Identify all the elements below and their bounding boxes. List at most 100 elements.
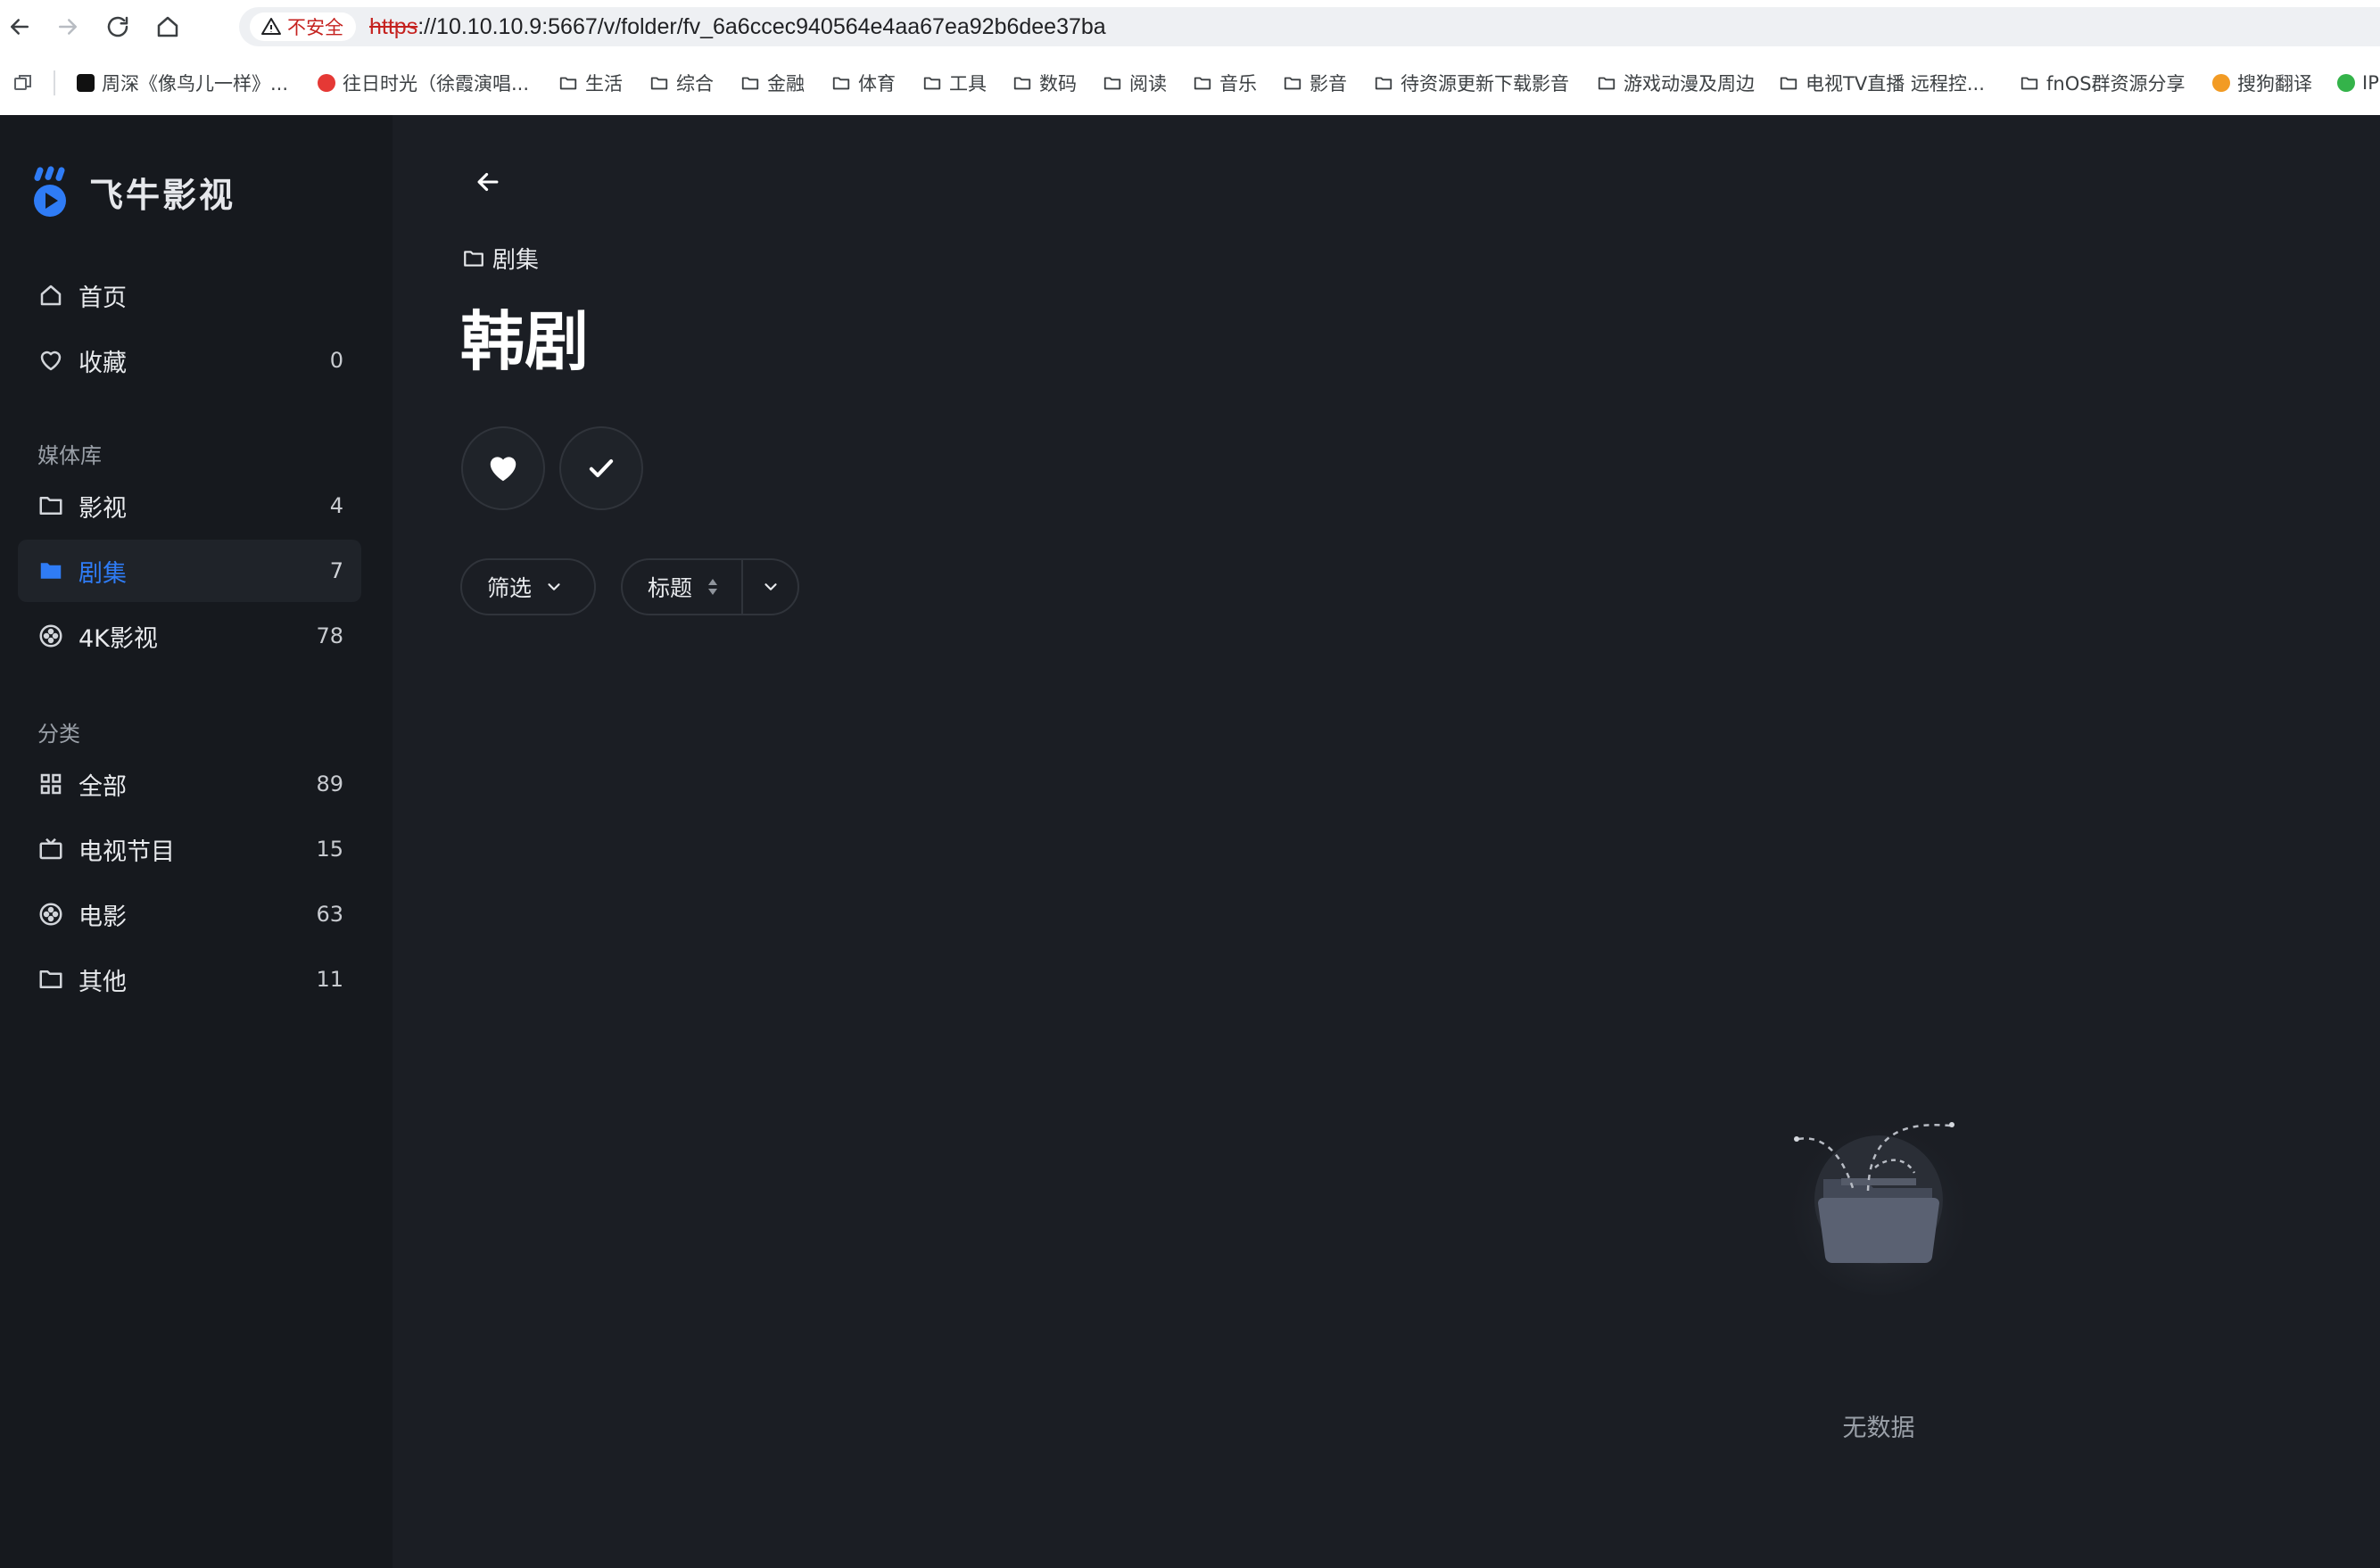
tab-groups-icon[interactable]	[12, 72, 34, 94]
nav-label: 其他	[79, 968, 127, 996]
bookmark-folder[interactable]: 待资源更新下载影音	[1374, 62, 1569, 103]
bookmark-folder[interactable]: 音乐	[1193, 62, 1257, 103]
bookmark-folder[interactable]: 数码	[1012, 62, 1077, 103]
bookmark-label: 音乐	[1219, 73, 1257, 95]
bookmarks-divider	[54, 70, 55, 95]
sogou-favicon	[2212, 74, 2230, 92]
home-icon[interactable]	[150, 9, 186, 45]
nav-label: 电视节目	[79, 838, 175, 866]
folder-icon	[1284, 77, 1302, 90]
folder-icon	[1194, 77, 1211, 90]
folder-icon	[39, 970, 62, 988]
nav-label: 剧集	[79, 559, 127, 588]
heart-icon	[40, 351, 62, 371]
bookmark-label: 影音	[1310, 73, 1347, 95]
bookmark-label: IP	[2362, 72, 2379, 94]
folder-icon	[1780, 77, 1797, 90]
library-section-label: 媒体库	[37, 443, 102, 468]
sidebar-item-all[interactable]: 全部 89	[18, 753, 361, 815]
nav-count: 11	[316, 967, 343, 992]
sort-direction-button[interactable]: 标题	[623, 560, 743, 614]
address-bar[interactable]: 不安全 https://10.10.10.9:5667/v/folder/fv_…	[239, 7, 2380, 46]
url-text[interactable]: https://10.10.10.9:5667/v/folder/fv_6a6c…	[369, 7, 1106, 46]
folder-icon	[559, 77, 577, 90]
home-icon	[40, 285, 62, 306]
bookmark-folder[interactable]: 阅读	[1103, 62, 1167, 103]
forward-arrow-icon[interactable]	[50, 9, 86, 45]
bookmark-label: 往日时光（徐霞演唱...	[343, 73, 530, 95]
sidebar-item-movies-tv[interactable]: 影视 4	[18, 475, 361, 537]
sidebar-item-4k[interactable]: 4K影视 78	[18, 605, 361, 667]
sidebar: 飞牛影视 首页 收藏 0 媒体库 影视 4 剧集 7 4K影视 78 分类 全部…	[0, 115, 393, 1568]
reload-icon[interactable]	[100, 9, 136, 45]
mark-watched-button[interactable]	[559, 426, 643, 510]
bookmark-folder[interactable]: 综合	[649, 62, 714, 103]
fnos-logo-icon	[34, 166, 66, 217]
bookmark-label: 工具	[949, 73, 987, 95]
sort-control: 标题	[621, 558, 799, 615]
bookmark-folder[interactable]: 体育	[831, 62, 896, 103]
nav-count: 4	[329, 493, 343, 518]
nav-count: 7	[329, 558, 343, 583]
nav-label: 收藏	[79, 349, 127, 377]
favorite-button[interactable]	[461, 426, 545, 510]
bookmark-label: 搜狗翻译	[2237, 73, 2312, 95]
bookmark-folder[interactable]: 金融	[740, 62, 805, 103]
sidebar-item-series[interactable]: 剧集 7	[18, 540, 361, 602]
folder-icon	[2021, 77, 2038, 90]
back-arrow-icon[interactable]	[2, 9, 37, 45]
nav-favorites[interactable]: 收藏 0	[18, 329, 361, 392]
breadcrumb[interactable]: 剧集	[462, 242, 539, 275]
folder-icon	[464, 250, 483, 267]
warning-icon	[261, 18, 281, 35]
page-title: 韩剧	[460, 304, 590, 379]
tiktok-favicon	[77, 74, 95, 92]
bookmark-item[interactable]: 往日时光（徐霞演唱...	[318, 62, 529, 103]
empty-state-text: 无数据	[1842, 1415, 1915, 1442]
nav-count: 78	[316, 623, 343, 648]
back-button[interactable]	[467, 161, 508, 202]
main-content: 剧集 韩剧 筛选 标题 无数据	[393, 115, 2380, 1568]
breadcrumb-label: 剧集	[492, 247, 540, 274]
bookmark-folder[interactable]: 影音	[1283, 62, 1347, 103]
nav-label: 影视	[79, 494, 127, 523]
bookmark-folder[interactable]: 工具	[922, 62, 987, 103]
film-reel-icon	[39, 624, 62, 648]
nav-count: 15	[316, 837, 343, 862]
bookmark-folder[interactable]: fnOS群资源分享	[2020, 62, 2186, 103]
nav-home[interactable]: 首页	[18, 264, 361, 326]
bookmark-label: 体育	[858, 73, 896, 95]
sidebar-item-other[interactable]: 其他 11	[18, 948, 361, 1011]
bookmark-label: 待资源更新下载影音	[1401, 73, 1569, 95]
bookmark-label: 游戏动漫及周边	[1624, 73, 1755, 95]
sidebar-item-tv-shows[interactable]: 电视节目 15	[18, 818, 361, 880]
filter-label: 筛选	[487, 575, 533, 601]
folder-icon	[650, 77, 668, 90]
logo-text: 飞牛影视	[89, 175, 236, 215]
bookmark-label: 电视TV直播 远程控...	[1806, 73, 1985, 95]
folder-filled-icon	[40, 563, 62, 579]
browser-toolbar: 不安全 https://10.10.10.9:5667/v/folder/fv_…	[0, 0, 2380, 54]
sort-updown-icon	[708, 579, 718, 595]
chevron-down-icon	[548, 583, 560, 590]
bookmark-item[interactable]: 搜狗翻译	[2212, 62, 2312, 103]
sidebar-item-films[interactable]: 电影 63	[18, 883, 361, 945]
back-arrow-icon	[477, 172, 499, 192]
tv-icon	[39, 838, 62, 860]
folder-icon	[741, 77, 759, 90]
bookmark-folder[interactable]: 生活	[558, 62, 623, 103]
bookmark-folder[interactable]: 电视TV直播 远程控...	[1779, 62, 1985, 103]
security-label: 不安全	[287, 17, 343, 38]
film-reel-icon	[39, 903, 62, 926]
bookmark-item[interactable]: 周深《像鸟儿一样》...	[77, 62, 288, 103]
sort-field-dropdown[interactable]	[743, 577, 797, 597]
grid-icon	[40, 773, 62, 795]
bookmark-item[interactable]: IP	[2337, 62, 2379, 103]
empty-state: 无数据	[1789, 1085, 1968, 1442]
filter-dropdown[interactable]: 筛选	[460, 558, 596, 615]
app-logo[interactable]: 飞牛影视	[30, 165, 236, 219]
security-chip[interactable]: 不安全	[250, 12, 356, 41]
bookmark-folder[interactable]: 游戏动漫及周边	[1597, 62, 1755, 103]
check-icon	[589, 459, 614, 477]
bookmarks-bar: 周深《像鸟儿一样》... 往日时光（徐霞演唱... 生活 综合 金融 体育 工具	[0, 62, 2380, 103]
